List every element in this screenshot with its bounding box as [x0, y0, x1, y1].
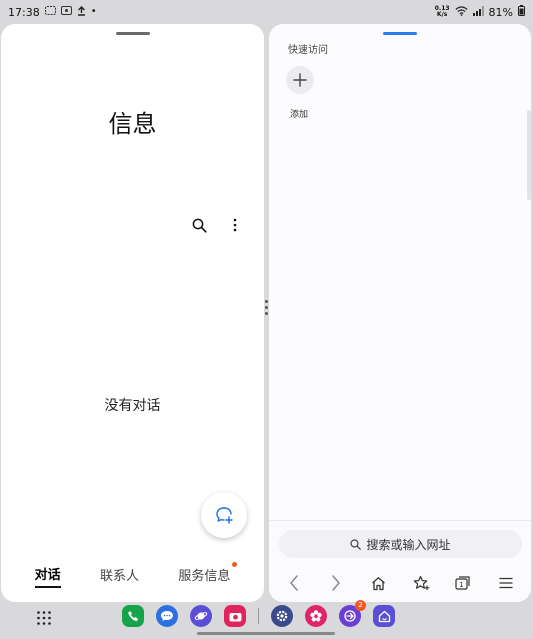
- taskbar: 2: [0, 600, 533, 639]
- status-left: 17:38 •: [8, 6, 97, 19]
- phone-icon: [128, 611, 138, 621]
- edge-panel-handle[interactable]: [527, 110, 531, 200]
- empty-state-text: 没有对话: [104, 398, 161, 414]
- notification-dot-icon: •: [90, 6, 97, 17]
- home-app-button[interactable]: [373, 605, 395, 627]
- apps-drawer-button[interactable]: [36, 610, 52, 626]
- home-indicator[interactable]: [197, 632, 335, 635]
- status-bar: 17:38 • 0.13 K/s 81%: [0, 0, 533, 24]
- tab-conversations[interactable]: 对话: [34, 564, 61, 588]
- tab-count: 1: [460, 581, 464, 589]
- status-time: 17:38: [8, 5, 40, 19]
- camera-app-button[interactable]: [224, 605, 246, 627]
- forward-button[interactable]: [325, 572, 347, 594]
- dock-separator: [258, 608, 259, 624]
- tabs-button[interactable]: 1: [452, 572, 474, 594]
- tab-service-messages-label: 服务信息: [178, 569, 231, 584]
- browser-nav-row: 1: [269, 572, 531, 594]
- internet-app-button[interactable]: [190, 605, 212, 627]
- star-add-icon: [413, 575, 429, 590]
- battery-level: 81%: [488, 5, 513, 19]
- url-search-bar[interactable]: 搜索或输入网址: [279, 530, 522, 558]
- flower-icon: [310, 610, 322, 622]
- new-chat-icon: [216, 507, 233, 524]
- upload-icon: [77, 5, 86, 19]
- search-button[interactable]: [190, 216, 208, 234]
- chevron-left-icon: [290, 575, 298, 591]
- bottom-tab-bar: 对话 联系人 服务信息: [1, 556, 264, 602]
- browser-window: 快速访问 添加 搜索或输入网址 1: [269, 24, 531, 602]
- page-title: 信息: [108, 110, 157, 138]
- tab-service-messages[interactable]: 服务信息: [178, 562, 238, 587]
- camera-icon: [229, 612, 241, 621]
- battery-icon: [518, 5, 525, 19]
- search-icon: [350, 538, 362, 550]
- screen-capture-icon: [60, 6, 72, 18]
- bookmarks-button[interactable]: [410, 572, 432, 594]
- messages-app-button[interactable]: [156, 605, 178, 627]
- tabs-icon: 1: [455, 576, 471, 590]
- net-speed-unit: K/s: [436, 11, 448, 18]
- more-vertical-icon: [233, 218, 237, 232]
- wifi-icon: [454, 5, 468, 19]
- signal-icon: [472, 5, 484, 19]
- search-icon: [192, 218, 207, 233]
- settings-app-button[interactable]: [271, 605, 293, 627]
- phone-app-button[interactable]: [122, 605, 144, 627]
- chat-bubble-icon: [161, 611, 173, 621]
- tab-contacts[interactable]: 联系人: [100, 565, 139, 587]
- gear-icon: [276, 610, 288, 622]
- add-quick-access-button[interactable]: [286, 66, 314, 94]
- blossom-app-button[interactable]: [305, 605, 327, 627]
- grid-icon: [37, 611, 51, 625]
- status-right: 0.13 K/s 81%: [435, 5, 525, 19]
- plus-icon: [293, 73, 307, 87]
- net-speed: 0.13 K/s: [435, 6, 450, 18]
- home-button[interactable]: [368, 572, 390, 594]
- more-options-button[interactable]: [226, 216, 244, 234]
- planet-icon: [194, 612, 208, 620]
- quick-access-label: 快速访问: [288, 45, 328, 56]
- messages-window: 信息 没有对话 对话 联系人 服务信息: [1, 24, 264, 602]
- notification-badge: 2: [355, 600, 366, 611]
- window-drag-handle[interactable]: [115, 32, 150, 35]
- home-icon: [372, 576, 386, 590]
- arrow-right-circle-icon: [344, 610, 356, 622]
- add-quick-access-label: 添加: [290, 110, 309, 120]
- url-search-placeholder: 搜索或输入网址: [366, 537, 451, 552]
- home-app-icon: [378, 610, 390, 622]
- browser-bottom-bar: 搜索或输入网址 1: [269, 520, 531, 602]
- hamburger-menu-icon: [499, 577, 513, 589]
- new-indicator-dot: [232, 562, 238, 567]
- messages-toolbar: [190, 216, 244, 234]
- menu-button[interactable]: [495, 572, 517, 594]
- window-drag-handle-active[interactable]: [383, 32, 417, 35]
- new-conversation-button[interactable]: [201, 492, 247, 538]
- app-dock: 2: [122, 600, 395, 627]
- chevron-right-icon: [332, 575, 341, 591]
- back-button[interactable]: [283, 572, 305, 594]
- share-app-button[interactable]: 2: [339, 600, 366, 627]
- screenshot-icon: [44, 6, 56, 18]
